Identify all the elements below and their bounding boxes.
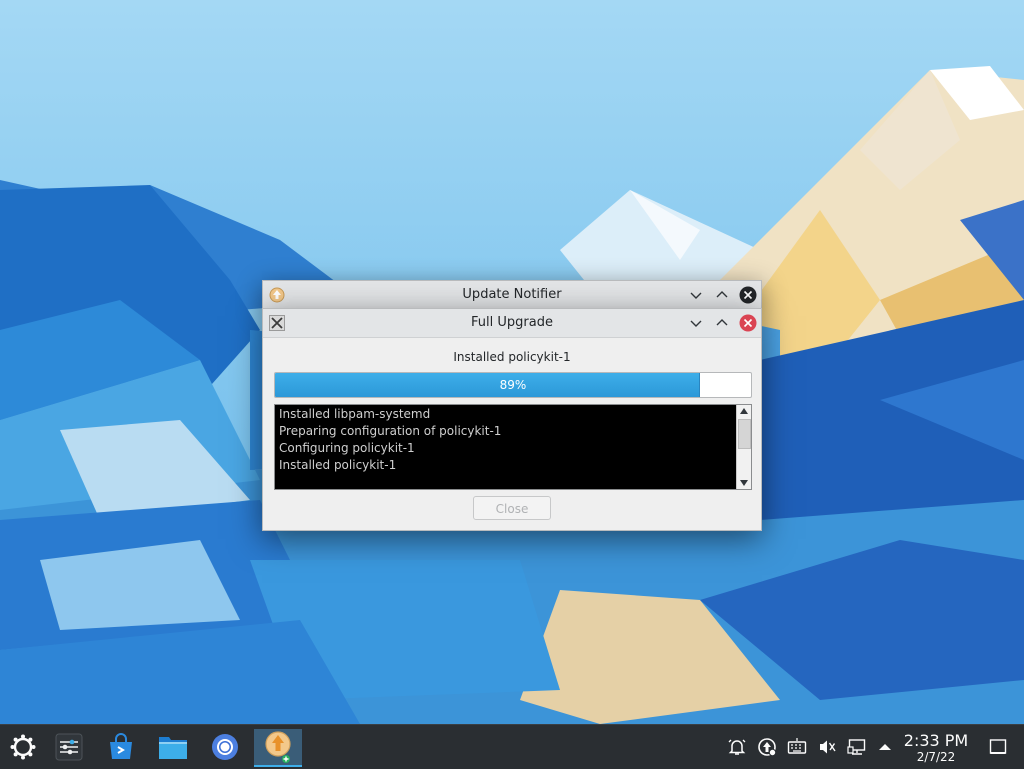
tray-network[interactable] — [847, 737, 867, 757]
chevron-up-icon — [716, 319, 728, 326]
tray-volume[interactable] — [817, 737, 837, 757]
full-upgrade-window: Full Upgrade Installed policykit-1 89% I… — [262, 308, 762, 531]
minimize-button[interactable] — [687, 314, 705, 332]
taskbar: 2:33 PM 2/7/22 — [0, 724, 1024, 769]
minimize-button[interactable] — [687, 286, 705, 304]
chevron-down-icon — [690, 292, 702, 299]
chevron-down-icon — [690, 320, 702, 327]
show-desktop-button[interactable] — [988, 737, 1008, 757]
tray-expand-button[interactable] — [875, 737, 895, 757]
show-desktop-icon — [989, 739, 1007, 754]
arrow-down-icon — [740, 480, 748, 486]
taskbar-app-system-settings[interactable] — [48, 729, 90, 765]
system-settings-icon — [55, 733, 83, 761]
maximize-button[interactable] — [713, 314, 731, 332]
close-icon — [739, 286, 757, 304]
volume-muted-icon — [820, 740, 836, 754]
tray-updates[interactable] — [757, 737, 777, 757]
scroll-down-button[interactable] — [737, 477, 751, 489]
full-upgrade-titlebar[interactable]: Full Upgrade — [263, 309, 761, 338]
arrow-up-icon — [740, 408, 748, 414]
discover-icon — [110, 733, 132, 759]
clock-time[interactable]: 2:33 PM — [903, 731, 969, 750]
taskbar-app-update-notifier[interactable] — [254, 729, 302, 767]
log-line: Configuring policykit-1 — [279, 441, 415, 455]
dialog-content: Installed policykit-1 89% Installed libp… — [263, 338, 761, 530]
taskbar-app-file-manager[interactable] — [152, 729, 194, 765]
tray-keyboard[interactable] — [787, 737, 807, 757]
tray-notifications[interactable] — [727, 737, 747, 757]
close-icon — [739, 314, 757, 332]
close-window-button[interactable] — [739, 314, 757, 332]
progress-bar: 89% — [274, 372, 752, 398]
file-manager-icon — [159, 737, 187, 759]
clock-date[interactable]: 2/7/22 — [903, 750, 969, 764]
log-line: Preparing configuration of policykit-1 — [279, 424, 502, 438]
status-label: Installed policykit-1 — [453, 350, 571, 364]
close-button[interactable]: Close — [473, 496, 551, 520]
log-lines: Installed libpam-systemd Preparing confi… — [279, 406, 735, 474]
log-scrollbar[interactable] — [736, 405, 751, 489]
notifications-icon — [728, 739, 746, 755]
log-output[interactable]: Installed libpam-systemd Preparing confi… — [274, 404, 752, 490]
update-notifier-icon — [265, 731, 291, 763]
log-line: Installed policykit-1 — [279, 458, 397, 472]
taskbar-app-chromium[interactable] — [204, 729, 246, 765]
scroll-up-button[interactable] — [737, 405, 751, 417]
maximize-button[interactable] — [713, 286, 731, 304]
update-notifier-window: Update Notifier — [262, 280, 762, 310]
log-line: Installed libpam-systemd — [279, 407, 431, 421]
updates-icon — [758, 738, 777, 757]
update-notifier-titlebar[interactable]: Update Notifier — [263, 281, 761, 310]
taskbar-app-discover[interactable] — [100, 729, 142, 765]
scrollbar-thumb[interactable] — [738, 419, 751, 449]
chromium-icon — [212, 734, 238, 760]
close-window-button[interactable] — [739, 286, 757, 304]
progress-label: 89% — [499, 378, 527, 392]
keyboard-icon — [787, 738, 807, 754]
application-launcher-icon — [10, 734, 36, 760]
application-launcher-button[interactable] — [2, 729, 44, 765]
network-icon — [847, 739, 866, 755]
chevron-up-icon — [716, 291, 728, 298]
expand-tray-icon — [879, 744, 891, 750]
